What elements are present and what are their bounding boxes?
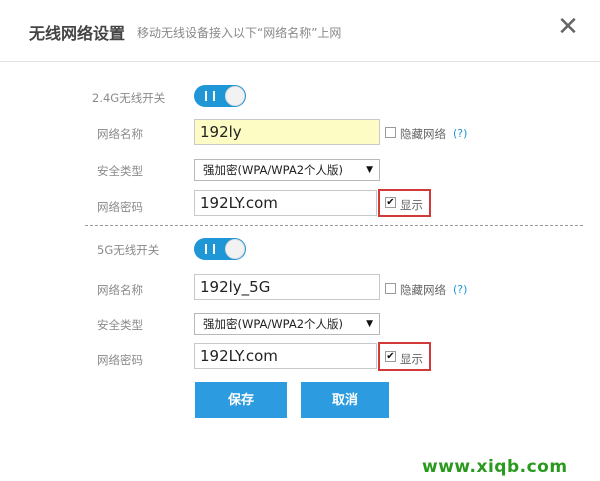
wifi5-security-label: 安全类型: [97, 318, 143, 332]
wifi5-password-label: 网络密码: [97, 353, 143, 367]
section-divider: [85, 225, 583, 226]
wifi24-security-value: 强加密(WPA/WPA2个人版): [203, 163, 344, 177]
wifi24-show-checkbox[interactable]: ✔: [385, 197, 396, 208]
wifi24-show-label: 显示: [400, 198, 423, 212]
wifi24-hide-label: 隐藏网络: [400, 127, 446, 141]
wifi24-switch-toggle[interactable]: [194, 85, 246, 107]
wifi5-switch-label: 5G无线开关: [97, 243, 160, 257]
close-icon[interactable]: ✕: [555, 14, 581, 40]
wifi5-ssid-input[interactable]: 192ly_5G: [194, 274, 380, 300]
toggle-knob: [225, 86, 245, 106]
chevron-down-icon: ▼: [366, 319, 373, 329]
toggle-knob: [225, 239, 245, 259]
cancel-button[interactable]: 取消: [301, 382, 389, 418]
wifi5-security-value: 强加密(WPA/WPA2个人版): [203, 317, 344, 331]
wifi24-password-input[interactable]: 192LY.com: [194, 190, 377, 216]
wifi5-hide-checkbox[interactable]: [385, 283, 396, 294]
save-button[interactable]: 保存: [195, 382, 287, 418]
wifi5-show-label: 显示: [400, 352, 423, 366]
wifi5-ssid-label: 网络名称: [97, 283, 143, 297]
wifi24-ssid-label: 网络名称: [97, 127, 143, 141]
wifi5-show-checkbox[interactable]: ✔: [385, 351, 396, 362]
wifi5-help-link[interactable]: (?): [453, 283, 467, 296]
dialog-header: 无线网络设置 移动无线设备接入以下“网络名称”上网 ✕: [0, 0, 600, 62]
toggle-on-icon: [205, 244, 215, 254]
wifi24-switch-label: 2.4G无线开关: [92, 91, 166, 105]
wifi5-security-select[interactable]: 强加密(WPA/WPA2个人版) ▼: [194, 313, 380, 335]
wifi5-hide-label: 隐藏网络: [400, 283, 446, 297]
dialog-title: 无线网络设置: [29, 24, 126, 43]
wifi24-password-label: 网络密码: [97, 200, 143, 214]
wifi24-security-select[interactable]: 强加密(WPA/WPA2个人版) ▼: [194, 159, 380, 181]
wifi5-password-input[interactable]: 192LY.com: [194, 343, 377, 369]
wifi5-switch-toggle[interactable]: [194, 238, 246, 260]
wifi24-hide-checkbox[interactable]: [385, 127, 396, 138]
wifi24-help-link[interactable]: (?): [453, 127, 467, 140]
watermark-text: www.xiqb.com: [422, 457, 568, 477]
dialog-subtitle: 移动无线设备接入以下“网络名称”上网: [137, 26, 342, 40]
chevron-down-icon: ▼: [366, 165, 373, 175]
wireless-settings-dialog: 无线网络设置 移动无线设备接入以下“网络名称”上网 ✕ 2.4G无线开关 网络名…: [0, 0, 600, 481]
wifi24-security-label: 安全类型: [97, 164, 143, 178]
toggle-on-icon: [205, 91, 215, 101]
wifi24-ssid-input[interactable]: 192ly: [194, 119, 380, 145]
